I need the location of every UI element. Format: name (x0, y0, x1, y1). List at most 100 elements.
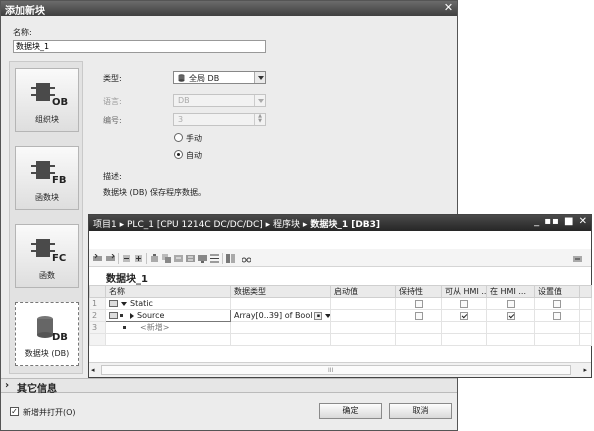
scroll-grip: III (328, 367, 334, 374)
scroll-thumb[interactable]: III (101, 365, 571, 375)
breadcrumb-program-blocks[interactable]: 程序块 (273, 220, 300, 230)
number-spinner[interactable]: 3 ▲ ▼ (173, 113, 266, 126)
svg-text:FB: FB (52, 175, 66, 185)
ok-button[interactable]: 确定 (319, 403, 382, 419)
add-and-open-checkbox[interactable]: ✓ (10, 407, 19, 416)
type-select[interactable]: 全局 DB (173, 71, 266, 84)
datatype-cell[interactable]: Array[0..39] of Bool ▪ (230, 309, 331, 322)
name-cell[interactable]: Static (105, 297, 231, 310)
expand-right-icon[interactable] (130, 312, 134, 319)
auto-radio[interactable]: 自动 (174, 149, 264, 160)
breadcrumb-project[interactable]: 项目1 (93, 220, 117, 230)
initialize-setpoints-icon[interactable] (186, 254, 195, 263)
column-header-start-value[interactable]: 启动值 (330, 285, 396, 298)
retain-checkbox[interactable] (414, 311, 423, 320)
window-controls[interactable]: _ ▪▪ ■ ✕ (534, 216, 588, 227)
chevron-down-icon[interactable] (254, 95, 265, 106)
start-value-cell[interactable] (330, 321, 396, 334)
setpoint-checkbox[interactable] (553, 311, 561, 320)
row-name: Static (130, 299, 153, 308)
load-start-values-icon[interactable] (174, 254, 183, 263)
description-text: 数据块 (DB) 保存程序数据。 (103, 188, 206, 197)
setpoint-cell[interactable] (534, 297, 580, 310)
add-new-placeholder[interactable]: <新增> (140, 323, 169, 332)
manual-radio[interactable]: 手动 (174, 132, 264, 143)
breadcrumb-data-block[interactable]: 数据块_1 [DB3] (310, 220, 380, 230)
organization-block-button[interactable]: OB 组织块 (15, 68, 79, 132)
glasses-icon[interactable] (242, 254, 251, 263)
editor-toolbar (89, 249, 591, 267)
empty-cell (395, 333, 442, 346)
datatype-cell[interactable] (230, 321, 331, 334)
hmi-visible-cell[interactable] (486, 297, 535, 310)
type-label: 类型: (103, 74, 122, 83)
block-name-input[interactable] (13, 40, 266, 53)
list-view-icon[interactable] (210, 254, 219, 263)
cancel-button[interactable]: 取消 (389, 403, 452, 419)
name-cell[interactable]: <新增> (105, 321, 231, 334)
datatype-picker-icon[interactable]: ▪ (314, 311, 323, 320)
keep-values-icon[interactable] (226, 254, 235, 263)
radio-circle[interactable] (174, 133, 183, 142)
breadcrumb-plc[interactable]: PLC_1 [CPU 1214C DC/DC/DC] (127, 220, 263, 230)
function-button[interactable]: FC 函数 (15, 224, 79, 288)
table-row[interactable]: 3 <新增> (89, 321, 592, 334)
collapse-all-icon[interactable] (134, 254, 143, 263)
hmi-visible-checkbox[interactable] (506, 299, 515, 308)
start-value-cell[interactable] (330, 309, 396, 322)
horizontal-scrollbar[interactable]: ◂ III ▸ (89, 362, 591, 377)
table-row[interactable]: 2 Source Array[0..39] of Bool ▪ (89, 309, 592, 322)
retain-cell[interactable] (395, 297, 442, 310)
bullet-icon (120, 314, 123, 317)
toolbar-separator (118, 253, 119, 264)
ob-label: 组织块 (35, 115, 59, 124)
fc-label: 函数 (39, 271, 55, 280)
retain-cell[interactable] (395, 309, 442, 322)
name-cell[interactable]: Source (105, 309, 231, 322)
options-icon[interactable] (573, 254, 582, 263)
hmi-accessible-cell[interactable] (441, 309, 487, 322)
datatype-cell[interactable] (230, 297, 331, 310)
radio-circle-selected[interactable] (174, 150, 183, 159)
function-block-button[interactable]: FB 函数块 (15, 146, 79, 210)
row-number: 3 (89, 321, 106, 334)
hmi-accessible-checkbox[interactable] (460, 311, 468, 320)
copy-snapshot-icon[interactable] (162, 254, 171, 263)
column-header-hmi-visible[interactable]: 在 HMI ... (486, 285, 535, 298)
start-value-cell[interactable] (330, 297, 396, 310)
svg-text:DB: DB (52, 332, 68, 341)
hmi-accessible-checkbox[interactable] (460, 299, 468, 308)
spinner-arrows-icon[interactable]: ▲ ▼ (254, 114, 265, 125)
table-row[interactable]: 1 Static (89, 297, 592, 310)
close-icon[interactable]: ✕ (442, 2, 455, 14)
data-block-button[interactable]: DB 数据块 (DB) (15, 302, 79, 366)
more-info-expander[interactable]: › 其它信息 (1, 378, 457, 395)
hmi-accessible-cell[interactable] (441, 297, 487, 310)
chevron-down-icon[interactable] (254, 72, 265, 83)
monitor-icon[interactable] (198, 254, 207, 263)
column-header-hmi-accessible[interactable]: 可从 HMI ... (441, 285, 487, 298)
snapshot-icon[interactable] (150, 254, 159, 263)
expand-down-icon[interactable] (121, 301, 127, 306)
type-value: 全局 DB (189, 74, 220, 83)
hmi-visible-cell[interactable] (486, 309, 535, 322)
setpoint-cell[interactable] (534, 309, 580, 322)
column-header-setpoint[interactable]: 设置值 (534, 285, 580, 298)
row-number-header (89, 285, 106, 298)
chevron-down-icon[interactable] (325, 313, 330, 318)
hmi-visible-checkbox[interactable] (506, 311, 515, 320)
column-header-retain[interactable]: 保持性 (395, 285, 442, 298)
insert-row-icon[interactable] (93, 254, 102, 263)
add-row-icon[interactable] (106, 254, 115, 263)
retain-checkbox[interactable] (414, 299, 423, 308)
editor-titlebar: 项目1 ▸ PLC_1 [CPU 1214C DC/DC/DC] ▸ 程序块 ▸… (89, 215, 591, 231)
language-select[interactable]: DB (173, 94, 266, 107)
number-label: 编号: (103, 116, 122, 125)
column-header-name[interactable]: 名称 (105, 285, 231, 298)
scroll-right-icon[interactable]: ▸ (583, 366, 587, 374)
expand-all-icon[interactable] (122, 254, 131, 263)
scroll-left-icon[interactable]: ◂ (91, 366, 95, 374)
more-info-label: 其它信息 (17, 384, 57, 395)
column-header-datatype[interactable]: 数据类型 (230, 285, 331, 298)
setpoint-checkbox[interactable] (553, 299, 561, 308)
